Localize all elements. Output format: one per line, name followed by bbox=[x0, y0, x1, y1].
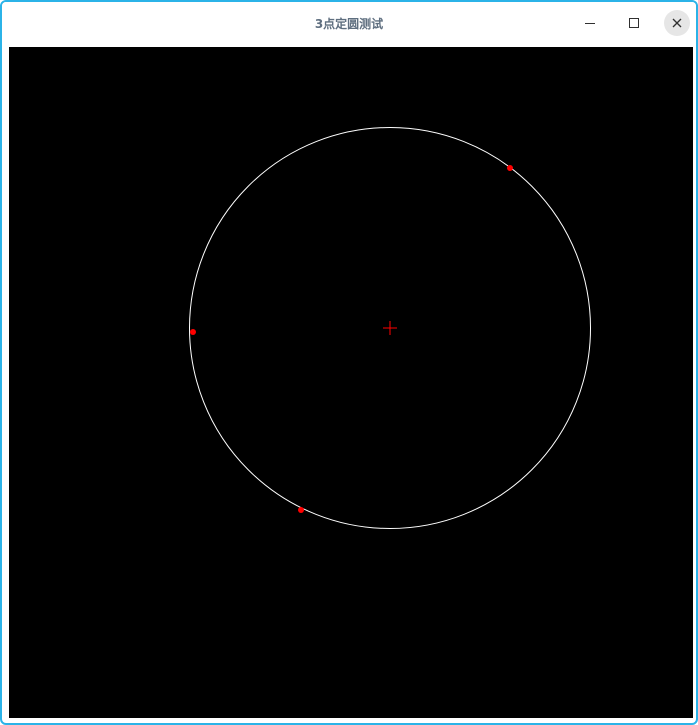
maximize-button[interactable] bbox=[621, 10, 647, 36]
input-point[interactable] bbox=[298, 507, 304, 513]
maximize-icon bbox=[629, 18, 639, 28]
app-window: 3点定圆测试 bbox=[0, 0, 698, 725]
input-point[interactable] bbox=[507, 165, 513, 171]
close-icon bbox=[672, 18, 682, 28]
title-bar[interactable]: 3点定圆测试 bbox=[2, 2, 696, 46]
input-point[interactable] bbox=[190, 329, 196, 335]
minimize-button[interactable] bbox=[577, 10, 603, 36]
canvas-svg bbox=[189, 127, 591, 529]
drawing-canvas[interactable] bbox=[9, 47, 693, 718]
minimize-icon bbox=[585, 22, 595, 24]
center-marker bbox=[383, 321, 397, 335]
close-button[interactable] bbox=[664, 10, 690, 36]
